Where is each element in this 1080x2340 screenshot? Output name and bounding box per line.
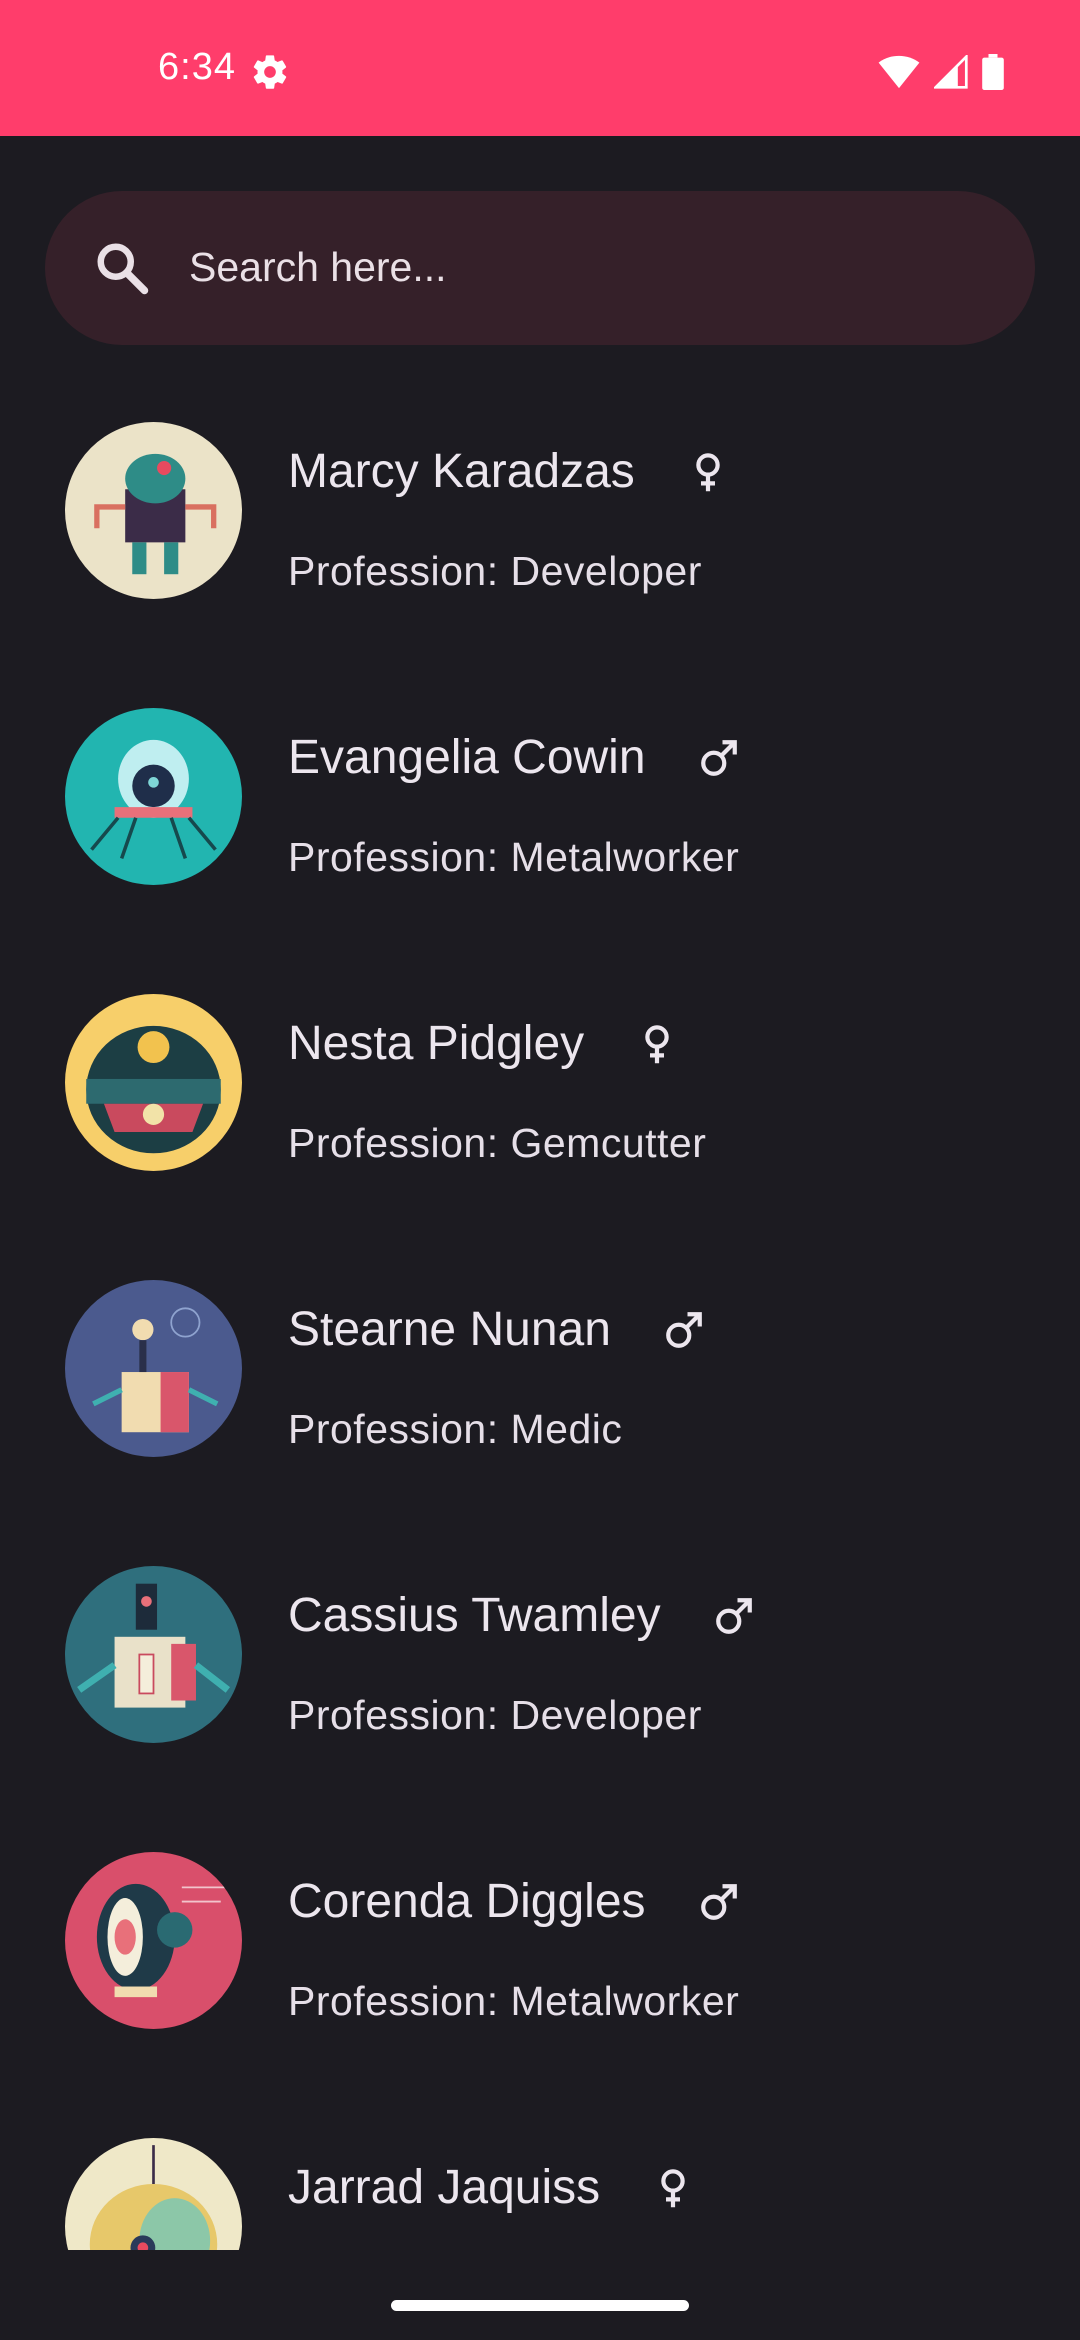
list-item[interactable]: Nesta Pidgley Profession: Gemcutter [0,994,1080,1280]
character-name: Jarrad Jaquiss [288,2158,694,2218]
male-icon [715,1598,752,1634]
navigation-handle[interactable] [391,2300,689,2311]
avatar [65,1280,242,1457]
avatar [65,1852,242,2029]
settings-gear-icon [253,55,287,89]
list-item[interactable]: Stearne Nunan Profession: Medic [0,1280,1080,1566]
wifi-icon [878,55,920,89]
female-icon [645,1025,669,1064]
avatar [65,1566,242,1743]
character-name: Stearne Nunan [288,1300,705,1360]
avatar [65,2138,242,2250]
character-name: Evangelia Cowin [288,728,740,788]
character-profession: Profession: Developer [288,548,702,594]
list-item[interactable]: Jarrad Jaquiss [0,2138,1080,2250]
character-profession: Profession: Metalworker [288,1978,740,2024]
avatar [65,422,242,599]
cellular-signal-icon [934,55,968,89]
character-profession: Profession: Developer [288,1692,702,1738]
search-input[interactable]: Search here... [189,240,447,294]
avatar [65,708,242,885]
male-icon [666,1312,702,1348]
character-list[interactable]: Marcy Karadzas Profession: Developer Eva… [0,410,1080,2250]
character-name: Nesta Pidgley [288,1014,678,1074]
character-name: Corenda Diggles [288,1872,740,1932]
search-icon[interactable] [92,238,152,298]
character-profession: Profession: Medic [288,1406,623,1452]
male-icon [700,1884,737,1920]
list-item[interactable]: Evangelia Cowin Profession: Metalworker [0,708,1080,994]
female-icon [696,453,720,492]
status-icons [878,52,1004,92]
character-profession: Profession: Metalworker [288,834,740,880]
character-name: Cassius Twamley [288,1586,755,1646]
list-item[interactable]: Marcy Karadzas Profession: Developer [0,422,1080,708]
list-item[interactable]: Cassius Twamley Profession: Developer [0,1566,1080,1852]
male-icon [700,740,737,776]
character-profession: Profession: Gemcutter [288,1120,707,1166]
avatar [65,994,242,1171]
status-bar: 6:34 [0,0,1080,136]
battery-icon [982,54,1004,90]
status-time: 6:34 [158,46,236,88]
character-name: Marcy Karadzas [288,442,729,502]
list-item[interactable]: Corenda Diggles Profession: Metalworker [0,1852,1080,2138]
female-icon [661,2169,685,2208]
